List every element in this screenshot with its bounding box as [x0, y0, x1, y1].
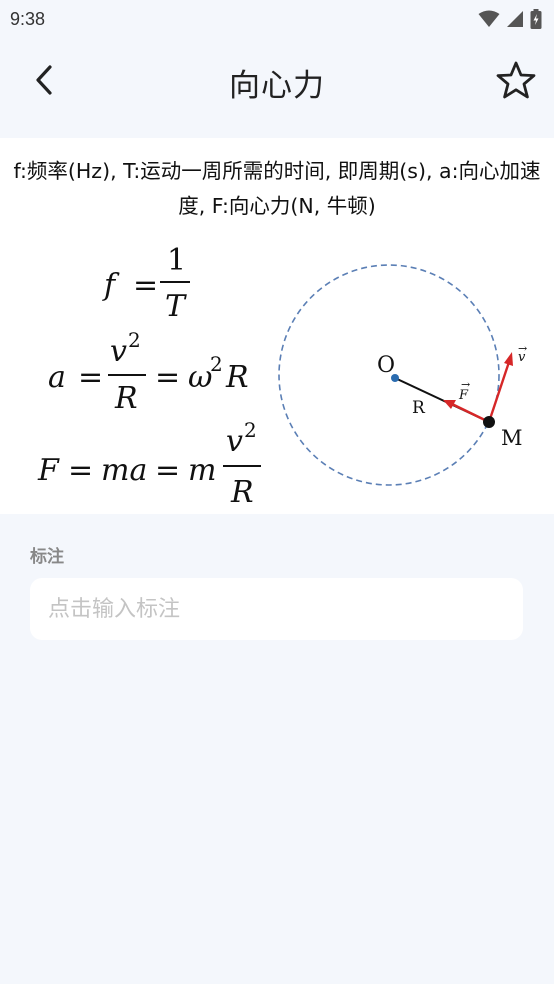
svg-text:=: = [68, 453, 93, 488]
svg-text:2: 2 [128, 328, 141, 352]
svg-text:T: T [165, 289, 187, 324]
svg-text:R: R [225, 360, 249, 395]
point-label: M [501, 426, 523, 450]
svg-text:v: v [226, 424, 243, 459]
svg-text:R: R [114, 381, 138, 416]
chevron-left-icon [36, 65, 52, 95]
svg-text:1: 1 [167, 243, 186, 278]
svg-text:ma: ma [101, 453, 147, 488]
formula-frequency: f = 1 T [102, 243, 190, 324]
back-button[interactable] [22, 56, 66, 104]
note-input[interactable] [30, 578, 523, 640]
center-label: O [377, 353, 395, 378]
velocity-arrowhead [504, 352, 513, 366]
note-label: 标注 [30, 547, 64, 567]
svg-text:ω: ω [188, 360, 212, 395]
svg-text:→: → [518, 342, 527, 355]
favorite-button[interactable] [494, 58, 538, 102]
formula-description: f:频率(Hz), T:运动一周所需的时间, 即周期(s), a:向心加速度, … [13, 159, 541, 218]
svg-text:R: R [230, 475, 254, 510]
formula-card: f:频率(Hz), T:运动一周所需的时间, 即周期(s), a:向心加速度, … [0, 138, 554, 514]
svg-text:v: v [110, 334, 127, 369]
svg-text:a: a [48, 360, 66, 395]
wifi-icon [478, 10, 500, 27]
status-time: 9:38 [10, 8, 46, 29]
star-outline-icon [496, 61, 536, 99]
svg-text:F: F [37, 453, 60, 488]
radius-label: R [412, 398, 426, 418]
formula-diagram: f = 1 T a = v 2 R = ω 2 R F = ma = m v 2… [37, 243, 527, 510]
signal-icon [507, 11, 523, 27]
force-vector [451, 402, 490, 424]
formula-force: F = ma = m v 2 R [37, 418, 261, 510]
svg-text:=: = [155, 453, 180, 488]
formula-acceleration: a = v 2 R = ω 2 R [48, 328, 249, 416]
svg-text:=: = [155, 360, 180, 395]
battery-charging-icon [530, 9, 542, 29]
svg-text:=: = [133, 268, 158, 303]
app-bar: 向心力 [0, 38, 554, 126]
velocity-vector [487, 361, 511, 423]
svg-text:m: m [188, 453, 216, 488]
svg-text:2: 2 [210, 352, 223, 376]
circular-motion-diagram: O R M F → v → [278, 264, 527, 486]
svg-text:2: 2 [244, 418, 257, 442]
status-bar: 9:38 [0, 0, 554, 38]
note-section: 标注 [30, 542, 524, 640]
moving-point [483, 416, 495, 428]
svg-text:→: → [461, 378, 470, 391]
svg-text:=: = [78, 360, 103, 395]
page-title: 向心力 [229, 67, 325, 104]
status-icons [478, 9, 542, 29]
svg-text:f: f [102, 268, 120, 303]
